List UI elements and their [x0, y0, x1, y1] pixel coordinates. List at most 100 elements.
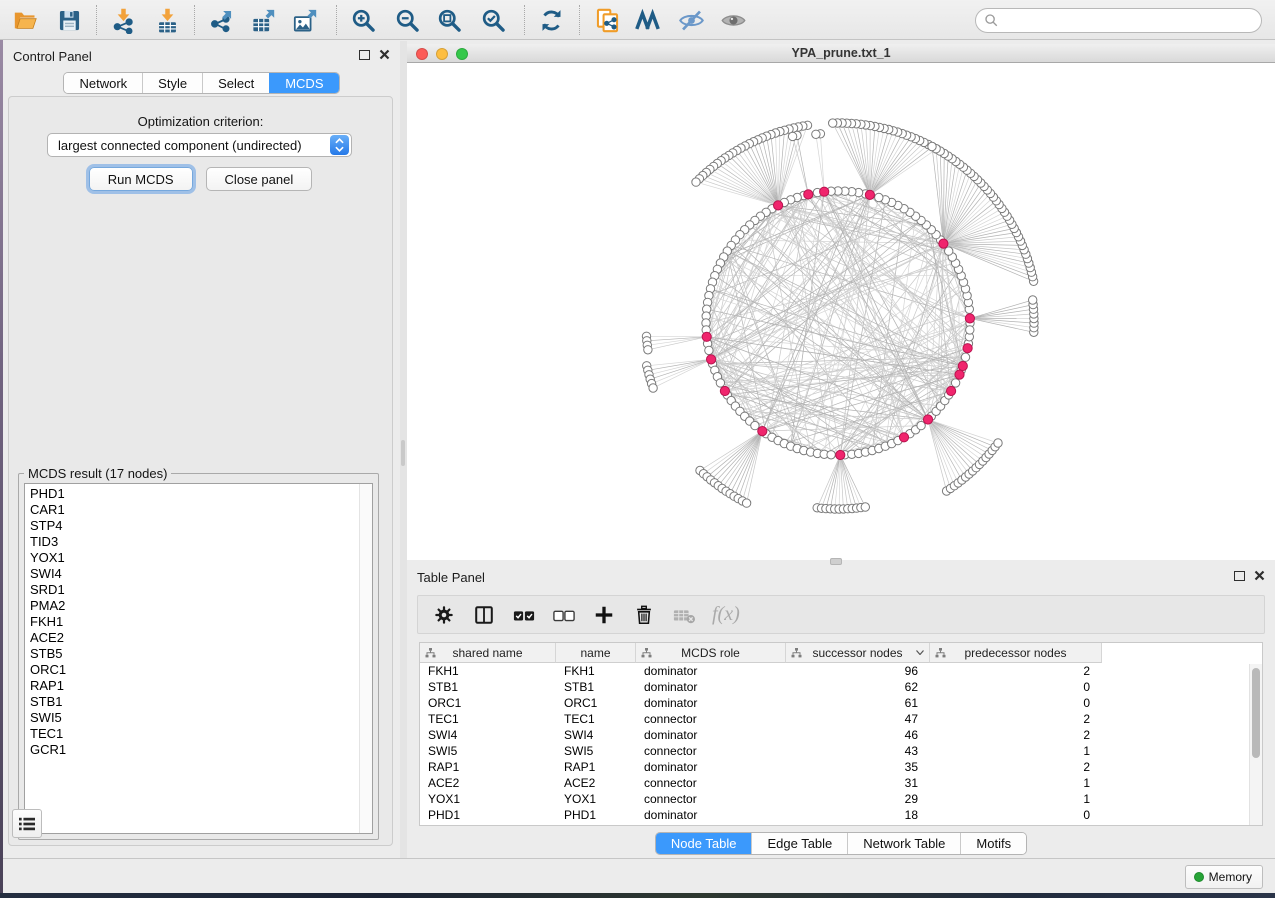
- network-node[interactable]: [961, 353, 969, 361]
- mcds-result-item[interactable]: STP4: [25, 518, 359, 534]
- zoom-fit-button[interactable]: [432, 4, 466, 36]
- table-row[interactable]: RAP1RAP1dominator352: [420, 759, 1262, 775]
- export-network-button[interactable]: [204, 4, 238, 36]
- mcds-result-item[interactable]: RAP1: [25, 678, 359, 694]
- network-satellite-node[interactable]: [742, 499, 750, 507]
- add-column-button[interactable]: [592, 603, 616, 627]
- column-header-MCDS-role[interactable]: MCDS role: [636, 643, 786, 663]
- network-satellite-node[interactable]: [644, 346, 652, 354]
- show-columns-button[interactable]: [472, 603, 496, 627]
- panel-menu-button[interactable]: [12, 809, 42, 838]
- open-file-button[interactable]: [8, 4, 42, 36]
- column-header-name[interactable]: name: [556, 643, 636, 663]
- panel-splitter[interactable]: [400, 41, 407, 858]
- save-session-button[interactable]: [52, 4, 86, 36]
- table-tab-motifs[interactable]: Motifs: [960, 833, 1026, 854]
- table-row[interactable]: PHD1PHD1dominator180: [420, 807, 1262, 823]
- network-satellite-node[interactable]: [994, 439, 1002, 447]
- search-input[interactable]: [999, 11, 1261, 31]
- tab-select[interactable]: Select: [202, 73, 269, 93]
- mcds-result-item[interactable]: SWI4: [25, 566, 359, 582]
- network-satellite-node[interactable]: [649, 384, 657, 392]
- export-table-button[interactable]: [246, 4, 280, 36]
- network-node-selected[interactable]: [955, 370, 964, 379]
- table-tab-node-table[interactable]: Node Table: [656, 833, 752, 854]
- network-node-selected[interactable]: [707, 355, 716, 364]
- table-row[interactable]: SWI5SWI5connector431: [420, 743, 1262, 759]
- close-panel-button[interactable]: Close panel: [206, 167, 313, 191]
- mcds-result-item[interactable]: CAR1: [25, 502, 359, 518]
- mcds-result-item[interactable]: PHD1: [25, 486, 359, 502]
- network-node-selected[interactable]: [758, 427, 767, 436]
- network-node-selected[interactable]: [965, 314, 974, 323]
- mcds-result-item[interactable]: TID3: [25, 534, 359, 550]
- network-node[interactable]: [751, 421, 759, 429]
- scrollbar-thumb[interactable]: [1252, 668, 1260, 758]
- clone-network-button[interactable]: [590, 4, 624, 36]
- network-node-selected[interactable]: [865, 190, 874, 199]
- apply-layout-button[interactable]: [534, 4, 568, 36]
- import-table-button[interactable]: [150, 4, 184, 36]
- mcds-result-list[interactable]: PHD1CAR1STP4TID3YOX1SWI4SRD1PMA2FKH1ACE2…: [24, 483, 373, 834]
- float-panel-icon[interactable]: [1234, 571, 1245, 581]
- mcds-result-item[interactable]: ACE2: [25, 630, 359, 646]
- close-panel-icon[interactable]: [379, 49, 390, 60]
- table-tab-network-table[interactable]: Network Table: [847, 833, 960, 854]
- first-neighbors-button[interactable]: [630, 4, 664, 36]
- network-satellite-node[interactable]: [829, 119, 837, 127]
- tab-network[interactable]: Network: [64, 73, 142, 93]
- network-window-titlebar[interactable]: YPA_prune.txt_1: [407, 44, 1275, 63]
- mcds-result-item[interactable]: STB1: [25, 694, 359, 710]
- network-satellite-node[interactable]: [861, 503, 869, 511]
- network-table-splitter[interactable]: [830, 558, 842, 565]
- hide-selected-button[interactable]: [674, 4, 708, 36]
- mcds-result-item[interactable]: SRD1: [25, 582, 359, 598]
- close-panel-icon[interactable]: [1254, 570, 1265, 581]
- result-list-scrollbar[interactable]: [359, 484, 372, 833]
- table-row[interactable]: ORC1ORC1dominator610: [420, 695, 1262, 711]
- criterion-select[interactable]: largest connected component (undirected): [47, 133, 352, 157]
- tab-style[interactable]: Style: [142, 73, 202, 93]
- network-node-selected[interactable]: [958, 361, 967, 370]
- mcds-result-item[interactable]: YOX1: [25, 550, 359, 566]
- select-all-button[interactable]: [512, 603, 536, 627]
- table-row[interactable]: SWI4SWI4dominator462: [420, 727, 1262, 743]
- network-node[interactable]: [945, 247, 953, 255]
- zoom-in-button[interactable]: [346, 4, 380, 36]
- memory-button[interactable]: Memory: [1185, 865, 1263, 889]
- network-node-selected[interactable]: [804, 190, 813, 199]
- deselect-all-button[interactable]: [552, 603, 576, 627]
- mcds-result-item[interactable]: FKH1: [25, 614, 359, 630]
- network-node[interactable]: [705, 346, 713, 354]
- network-node[interactable]: [951, 379, 959, 387]
- network-node-selected[interactable]: [820, 187, 829, 196]
- network-satellite-node[interactable]: [928, 142, 936, 150]
- table-row[interactable]: FKH1FKH1dominator962: [420, 663, 1262, 679]
- column-header-shared-name[interactable]: shared name: [420, 643, 556, 663]
- mcds-result-item[interactable]: PMA2: [25, 598, 359, 614]
- export-image-button[interactable]: [288, 4, 322, 36]
- delete-column-button[interactable]: [632, 603, 656, 627]
- mcds-result-item[interactable]: TEC1: [25, 726, 359, 742]
- network-node[interactable]: [875, 193, 883, 201]
- column-settings-button[interactable]: [432, 603, 456, 627]
- network-satellite-node[interactable]: [692, 178, 700, 186]
- table-scrollbar[interactable]: [1249, 664, 1262, 825]
- network-node[interactable]: [716, 379, 724, 387]
- network-node-selected[interactable]: [923, 415, 932, 424]
- network-satellite-node[interactable]: [788, 132, 796, 140]
- table-row[interactable]: ACE2ACE2connector311: [420, 775, 1262, 791]
- network-node-selected[interactable]: [702, 332, 711, 341]
- float-panel-icon[interactable]: [359, 50, 370, 60]
- network-node-selected[interactable]: [947, 386, 956, 395]
- network-satellite-node[interactable]: [812, 130, 820, 138]
- column-header-predecessor-nodes[interactable]: predecessor nodes: [930, 643, 1102, 663]
- network-satellite-node[interactable]: [1029, 296, 1037, 304]
- zoom-out-button[interactable]: [390, 4, 424, 36]
- network-node-selected[interactable]: [720, 386, 729, 395]
- network-node-selected[interactable]: [774, 201, 783, 210]
- network-node-selected[interactable]: [939, 239, 948, 248]
- mcds-result-item[interactable]: STB5: [25, 646, 359, 662]
- network-node[interactable]: [966, 326, 974, 334]
- zoom-selected-button[interactable]: [476, 4, 510, 36]
